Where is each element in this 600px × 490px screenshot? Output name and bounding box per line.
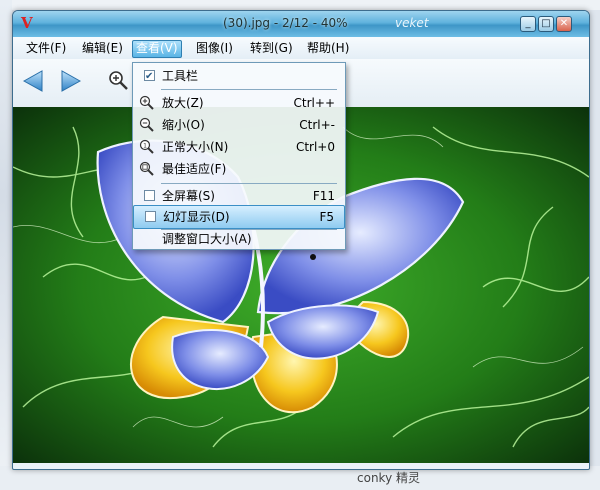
checkbox-toolbar[interactable] [144,66,155,88]
menu-item-label: 正常大小(N) [162,140,229,154]
menu-resize-window[interactable]: 调整窗口大小(A) [133,228,345,250]
menu-zoom-in[interactable]: 放大(Z) Ctrl++ [133,92,345,114]
menu-item-label: 工具栏 [162,69,199,83]
previous-image-button[interactable] [21,69,47,93]
menu-bar: 文件(F) 编辑(E) 查看(V) 图像(I) 转到(G) 帮助(H) [13,37,589,59]
menu-zoom-normal[interactable]: 1 正常大小(N) Ctrl+0 [133,136,345,158]
menu-zoom-out[interactable]: 缩小(O) Ctrl+- [133,114,345,136]
arrow-left-icon [22,70,43,92]
brand-label: veket [395,16,429,30]
menu-shortcut: Ctrl++ [293,96,335,110]
menu-help[interactable]: 帮助(H) [304,40,352,56]
menu-file[interactable]: 文件(F) [23,40,69,56]
maximize-button[interactable]: □ [538,16,554,32]
menu-image[interactable]: 图像(I) [193,40,236,56]
window-title: (30).jpg - 2/12 - 40% [223,16,348,30]
desktop-left-strip [0,0,12,490]
desktop-top-strip [0,0,600,10]
menu-goto[interactable]: 转到(G) [247,40,296,56]
zoom-in-icon [139,95,155,111]
menu-zoom-fit[interactable]: 最佳适应(F) [133,158,345,180]
menu-view[interactable]: 查看(V) [132,40,182,58]
image-viewer-window: V (30).jpg - 2/12 - 40% veket _ □ ✕ 文件(F… [12,10,590,470]
menu-toolbar-toggle[interactable]: 工具栏 [133,65,345,88]
app-logo-icon: V [21,14,33,32]
minimize-button[interactable]: _ [520,16,536,32]
zoom-fit-icon [139,161,155,177]
menu-item-label: 最佳适应(F) [162,162,227,176]
arrow-right-icon [61,70,82,92]
menu-item-label: 全屏幕(S) [162,189,215,203]
view-menu-dropdown: 工具栏 放大(Z) Ctrl++ 缩小(O) Ctrl+- 1 正常大小(N) … [132,62,346,250]
menu-shortcut: F5 [319,210,334,224]
menu-shortcut: Ctrl+0 [295,140,335,154]
checkbox-fullscreen[interactable] [144,190,155,201]
menu-item-label: 放大(Z) [162,96,204,110]
menu-edit[interactable]: 编辑(E) [79,40,126,56]
desktop-label[interactable]: conky 精灵 [357,469,420,486]
close-button[interactable]: ✕ [556,16,572,32]
menu-shortcut: F11 [312,189,335,203]
zoom-in-toolbar-button[interactable] [107,69,131,93]
svg-text:1: 1 [143,143,147,150]
menu-separator [161,183,337,184]
menu-shortcut: Ctrl+- [299,118,335,132]
menu-slideshow[interactable]: 幻灯显示(D) F5 [133,205,345,229]
menu-separator [161,89,337,90]
next-image-button[interactable] [57,69,83,93]
checkbox-slideshow[interactable] [145,211,156,222]
menu-item-label: 幻灯显示(D) [163,210,230,224]
title-bar[interactable]: V (30).jpg - 2/12 - 40% veket _ □ ✕ [13,11,589,37]
zoom-normal-icon: 1 [139,139,155,155]
menu-item-label: 缩小(O) [162,118,205,132]
zoom-in-icon [109,71,128,90]
menu-fullscreen[interactable]: 全屏幕(S) F11 [133,185,345,207]
zoom-out-icon [139,117,155,133]
menu-item-label: 调整窗口大小(A) [162,232,252,246]
